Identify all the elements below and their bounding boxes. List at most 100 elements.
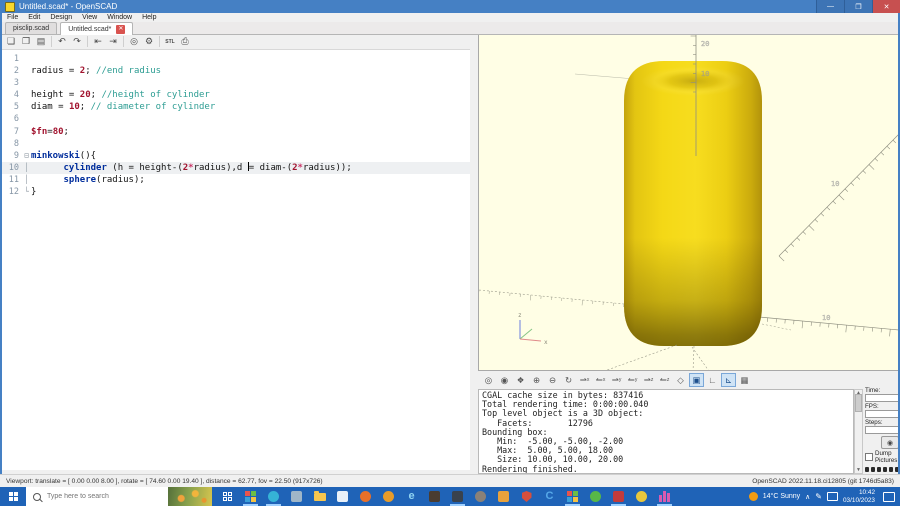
zoom-out-icon[interactable]: ⊖ — [545, 373, 560, 387]
code-line[interactable]: 7$fn=80; — [2, 126, 470, 138]
tab-close-icon[interactable]: ✕ — [116, 25, 125, 34]
view-bottom-icon[interactable]: ↼z — [657, 373, 672, 387]
titlebar[interactable]: Untitled.scad* - OpenSCAD — ❒ ✕ — [0, 0, 900, 13]
taskbar-icon-gimp[interactable] — [469, 487, 492, 506]
taskbar-icon-mail-app[interactable] — [331, 487, 354, 506]
notification-icon[interactable] — [883, 492, 895, 502]
code-line[interactable]: 10│ cylinder (h = height-(2*radius),d = … — [2, 162, 470, 174]
taskbar-icon-slicer-app[interactable] — [607, 487, 630, 506]
dump-pictures-checkbox[interactable] — [865, 453, 873, 461]
minimize-button[interactable]: — — [816, 0, 844, 13]
code-line[interactable]: 9⊟minkowski(){ — [2, 150, 470, 162]
time-input[interactable] — [865, 394, 899, 402]
taskbar-icon-green-app[interactable] — [584, 487, 607, 506]
menu-item-help[interactable]: Help — [137, 14, 161, 21]
indent-icon[interactable]: ⇥ — [106, 35, 120, 48]
base-dashed-right — [692, 347, 711, 370]
taskbar-icon-document-app[interactable] — [285, 487, 308, 506]
taskbar-icon-colorful-app[interactable] — [239, 487, 262, 506]
code-line[interactable]: 5diam = 10; // diameter of cylinder — [2, 101, 470, 113]
maximize-button[interactable]: ❒ — [844, 0, 872, 13]
code-line[interactable]: 12└} — [2, 186, 470, 198]
view-diagonal-icon[interactable]: ◇ — [673, 373, 688, 387]
code-text: minkowski(){ — [31, 150, 470, 162]
taskbar-icon-office-grid[interactable] — [561, 487, 584, 506]
view-top-icon[interactable]: ⇀z — [641, 373, 656, 387]
menu-item-window[interactable]: Window — [102, 14, 137, 21]
view-all-icon[interactable]: ❖ — [513, 373, 528, 387]
taskbar-icon-firefox[interactable] — [354, 487, 377, 506]
reset-view-icon[interactable]: ↻ — [561, 373, 576, 387]
code-line[interactable]: 3 — [2, 77, 470, 89]
taskbar-icon-file-explorer[interactable] — [308, 487, 331, 506]
menu-item-file[interactable]: File — [2, 14, 23, 21]
taskbar-icon-task-view[interactable] — [216, 487, 239, 506]
scroll-down-icon[interactable]: ▼ — [856, 467, 861, 473]
view-front-icon[interactable]: ⇀y — [609, 373, 624, 387]
taskbar-icon-internet-explorer[interactable]: e — [400, 487, 423, 506]
code-line[interactable]: 4height = 20; //height of cylinder — [2, 89, 470, 101]
taskbar-search[interactable] — [26, 487, 212, 506]
perspective-icon[interactable]: ∟ — [705, 373, 720, 387]
code-line[interactable]: 6 — [2, 113, 470, 125]
taskbar-icon-dark-app[interactable] — [423, 487, 446, 506]
network-icon[interactable] — [827, 492, 838, 501]
tab-pisclip-scad[interactable]: pisclip.scad — [5, 22, 57, 34]
taskbar-icon-flag-app[interactable] — [492, 487, 515, 506]
view-center-icon[interactable]: ▣ — [689, 373, 704, 387]
taskbar-icon-cura[interactable]: C — [538, 487, 561, 506]
taskbar-icon-yellow-app[interactable] — [630, 487, 653, 506]
search-input[interactable] — [45, 492, 144, 501]
view-preview-icon[interactable]: ◎ — [481, 373, 496, 387]
preview-icon[interactable]: ◎ — [127, 35, 141, 48]
line-number: 5 — [2, 101, 22, 113]
new-file-icon[interactable]: ❏ — [4, 35, 18, 48]
zoom-in-icon[interactable]: ⊕ — [529, 373, 544, 387]
redo-icon[interactable]: ↷ — [70, 35, 84, 48]
save-file-icon[interactable]: ▤ — [34, 35, 48, 48]
menu-item-design[interactable]: Design — [45, 14, 77, 21]
console-scrollbar[interactable]: ▲ ▼ — [854, 389, 863, 474]
view-render-icon[interactable]: ◉ — [497, 373, 512, 387]
open-file-icon[interactable]: ❐ — [19, 35, 33, 48]
weather-sun-icon[interactable] — [749, 492, 758, 501]
code-token: radius)); — [303, 163, 352, 173]
3d-viewport[interactable]: 20 10 10 10 z x — [478, 33, 900, 371]
taskbar-icon-search-app[interactable] — [377, 487, 400, 506]
measure-icon[interactable]: ▦ — [737, 373, 752, 387]
code-line[interactable]: 2radius = 2; //end radius — [2, 65, 470, 77]
start-button[interactable] — [0, 487, 26, 506]
taskbar-icon-edge-browser[interactable] — [262, 487, 285, 506]
taskbar-icon-brave[interactable] — [515, 487, 538, 506]
render-icon[interactable]: ⚙ — [142, 35, 156, 48]
animate-record-button[interactable]: ◉ — [881, 436, 899, 449]
weather-text[interactable]: 14°C Sunny — [763, 493, 800, 500]
view-right-icon[interactable]: ⇀x — [577, 373, 592, 387]
code-line[interactable]: 8 — [2, 138, 470, 150]
undo-icon[interactable]: ↶ — [55, 35, 69, 48]
code-token: height = — [31, 90, 80, 100]
pane-splitter[interactable] — [470, 33, 478, 474]
unindent-icon[interactable]: ⇤ — [91, 35, 105, 48]
steps-input[interactable] — [865, 426, 899, 434]
code-line[interactable]: 1 — [2, 53, 470, 65]
fps-input[interactable] — [865, 410, 899, 418]
code-editor[interactable]: 12radius = 2; //end radius34height = 20;… — [2, 49, 470, 470]
menu-item-view[interactable]: View — [77, 14, 102, 21]
view-left-icon[interactable]: ↼x — [593, 373, 608, 387]
export-stl-icon[interactable]: STL — [163, 35, 177, 48]
taskbar-icon-pink-app[interactable] — [653, 487, 676, 506]
close-button[interactable]: ✕ — [872, 0, 900, 13]
orthogonal-icon[interactable]: ⊾ — [721, 373, 736, 387]
clock[interactable]: 10:42 03/10/2023 — [843, 489, 875, 504]
send-to-printer-icon[interactable]: ⎙ — [178, 35, 192, 48]
taskbar-icon-calculator[interactable] — [446, 487, 469, 506]
tray-chevron-icon[interactable]: ∧ — [805, 493, 810, 501]
code-line[interactable]: 11│ sphere(radius); — [2, 174, 470, 186]
fold-marker[interactable]: ⊟ — [22, 150, 31, 162]
tab-untitled-scad-[interactable]: Untitled.scad*✕ — [60, 22, 133, 35]
scroll-thumb[interactable] — [855, 394, 862, 412]
pen-icon[interactable]: ✎ — [815, 492, 822, 501]
view-back-icon[interactable]: ↼y — [625, 373, 640, 387]
menu-item-edit[interactable]: Edit — [23, 14, 45, 21]
